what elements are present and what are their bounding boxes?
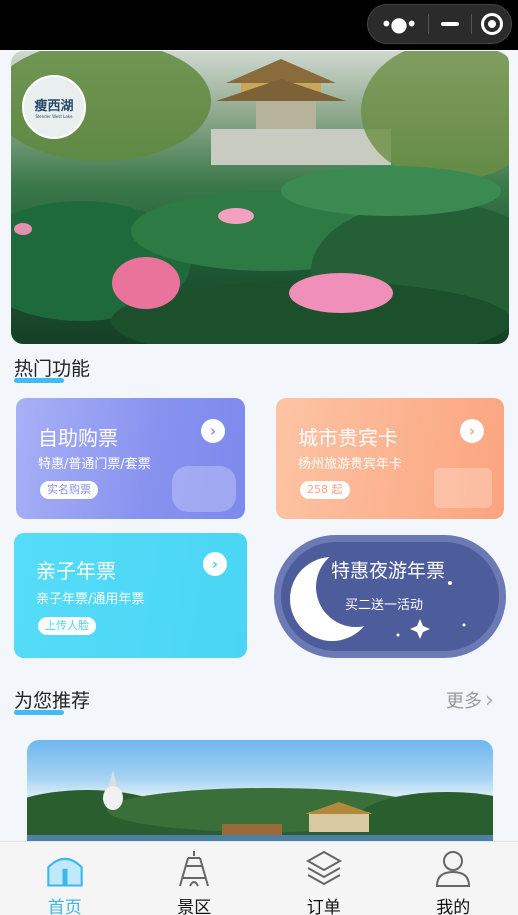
lotus-leaf bbox=[281, 166, 501, 216]
lotus-flower bbox=[14, 223, 32, 235]
recommend-scene bbox=[27, 770, 493, 850]
tab-home-label: 首页 bbox=[47, 898, 82, 915]
more-label: 更多 bbox=[446, 691, 482, 712]
family-annual-subtitle: 亲子年票/通用年票 bbox=[36, 592, 145, 607]
status-bar: •●• bbox=[0, 0, 518, 50]
family-annual-title: 亲子年票 bbox=[36, 559, 116, 583]
self-ticket-tag: 实名购票 bbox=[40, 481, 98, 499]
pavilion-body bbox=[256, 101, 316, 131]
tab-home[interactable]: 首页 bbox=[0, 842, 130, 915]
family-annual-tag: 上传人脸 bbox=[38, 617, 96, 635]
chevron-right-icon[interactable]: › bbox=[203, 552, 227, 576]
tab-orders-label: 订单 bbox=[306, 898, 341, 915]
city-vip-price-tag: 258 起 bbox=[300, 481, 350, 499]
night-tour-card[interactable]: 特惠夜游年票 买二送一活动 bbox=[274, 535, 506, 658]
recommend-title-text: 为您推荐 bbox=[14, 690, 91, 712]
layers-icon bbox=[304, 848, 344, 888]
night-tour-subtitle: 买二送一活动 bbox=[345, 598, 424, 613]
city-vip-title: 城市贵宾卡 bbox=[298, 426, 398, 450]
chevron-right-icon[interactable]: › bbox=[201, 419, 225, 443]
target-close-icon[interactable] bbox=[472, 13, 511, 35]
minimize-icon[interactable] bbox=[429, 22, 471, 26]
tab-scenic[interactable]: 景区 bbox=[130, 842, 260, 915]
hot-functions-title-text: 热门功能 bbox=[14, 358, 91, 380]
lotus-flower bbox=[218, 208, 254, 224]
bottom-tab-bar: 首页 景区 订单 我的 bbox=[0, 841, 518, 915]
home-icon bbox=[45, 848, 85, 888]
bag-watermark-icon bbox=[434, 468, 492, 508]
phone-watermark-icon bbox=[172, 466, 236, 512]
recommend-card-image[interactable] bbox=[27, 740, 493, 850]
hot-functions-title: 热门功能 bbox=[14, 354, 91, 383]
more-link[interactable]: 更多 › bbox=[446, 687, 494, 713]
scenic-logo: 瘦西湖 Slender West Lake bbox=[22, 75, 86, 139]
logo-text: 瘦西湖 bbox=[34, 99, 74, 114]
city-vip-subtitle: 扬州旅游贵宾年卡 bbox=[298, 457, 403, 472]
chevron-right-icon[interactable]: › bbox=[460, 419, 484, 443]
tab-orders[interactable]: 订单 bbox=[259, 842, 389, 915]
lotus-flower bbox=[289, 273, 393, 313]
more-dots-icon[interactable]: •●• bbox=[368, 12, 428, 36]
logo-subtext: Slender West Lake bbox=[35, 114, 73, 119]
self-ticket-subtitle: 特惠/普通门票/套票 bbox=[38, 457, 151, 472]
tab-mine[interactable]: 我的 bbox=[389, 842, 518, 915]
stone-bridge bbox=[211, 129, 391, 165]
self-ticket-title: 自助购票 bbox=[38, 426, 118, 450]
banner-scene bbox=[11, 51, 509, 344]
chevron-right-icon: › bbox=[485, 687, 494, 713]
banner-image[interactable]: 瘦西湖 Slender West Lake bbox=[11, 51, 509, 344]
night-tour-title: 特惠夜游年票 bbox=[331, 560, 446, 582]
mini-program-capsule: •●• bbox=[367, 4, 512, 44]
family-annual-card[interactable]: 亲子年票 亲子年票/通用年票 上传人脸 › bbox=[14, 533, 247, 658]
tab-scenic-label: 景区 bbox=[177, 898, 212, 915]
user-icon bbox=[433, 848, 473, 888]
lotus-flower bbox=[112, 257, 180, 309]
tower-icon bbox=[174, 848, 214, 888]
self-ticket-card[interactable]: 自助购票 特惠/普通门票/套票 实名购票 › bbox=[16, 398, 245, 519]
tab-mine-label: 我的 bbox=[436, 898, 471, 915]
recommend-title: 为您推荐 bbox=[14, 686, 91, 715]
city-vip-card[interactable]: 城市贵宾卡 扬州旅游贵宾年卡 258 起 › bbox=[276, 398, 504, 519]
